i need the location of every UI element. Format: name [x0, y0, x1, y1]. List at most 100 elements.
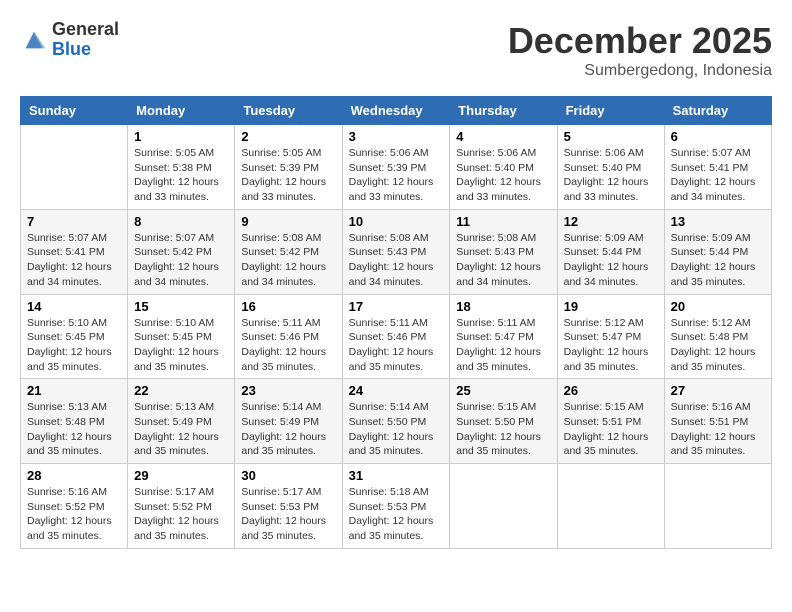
calendar-cell: 4 Sunrise: 5:06 AM Sunset: 5:40 PM Daylig…: [450, 125, 557, 210]
day-number: 25: [456, 383, 550, 398]
day-number: 23: [241, 383, 335, 398]
day-info: Sunrise: 5:09 AM Sunset: 5:44 PM Dayligh…: [564, 231, 658, 290]
day-number: 26: [564, 383, 658, 398]
calendar-cell: 2 Sunrise: 5:05 AM Sunset: 5:39 PM Daylig…: [235, 125, 342, 210]
calendar-cell: 16 Sunrise: 5:11 AM Sunset: 5:46 PM Dayli…: [235, 294, 342, 379]
day-info: Sunrise: 5:08 AM Sunset: 5:42 PM Dayligh…: [241, 231, 335, 290]
calendar-cell: 29 Sunrise: 5:17 AM Sunset: 5:52 PM Dayli…: [128, 464, 235, 549]
header-thursday: Thursday: [450, 97, 557, 125]
day-info: Sunrise: 5:09 AM Sunset: 5:44 PM Dayligh…: [671, 231, 765, 290]
day-info: Sunrise: 5:18 AM Sunset: 5:53 PM Dayligh…: [349, 485, 444, 544]
day-info: Sunrise: 5:17 AM Sunset: 5:53 PM Dayligh…: [241, 485, 335, 544]
page-header: General Blue December 2025 Sumbergedong,…: [20, 20, 772, 80]
logo-text: General Blue: [52, 20, 119, 60]
day-number: 29: [134, 468, 228, 483]
day-number: 28: [27, 468, 121, 483]
day-number: 16: [241, 299, 335, 314]
logo-general-label: General: [52, 20, 119, 40]
header-saturday: Saturday: [664, 97, 771, 125]
calendar-cell: 7 Sunrise: 5:07 AM Sunset: 5:41 PM Daylig…: [21, 209, 128, 294]
day-number: 11: [456, 214, 550, 229]
day-info: Sunrise: 5:12 AM Sunset: 5:47 PM Dayligh…: [564, 316, 658, 375]
calendar-cell: 13Sunrise: 5:09 AM Sunset: 5:44 PM Dayli…: [664, 209, 771, 294]
day-info: Sunrise: 5:10 AM Sunset: 5:45 PM Dayligh…: [134, 316, 228, 375]
calendar-cell: 8Sunrise: 5:07 AM Sunset: 5:42 PM Daylig…: [128, 209, 235, 294]
day-info: Sunrise: 5:15 AM Sunset: 5:50 PM Dayligh…: [456, 400, 550, 459]
day-info: Sunrise: 5:10 AM Sunset: 5:45 PM Dayligh…: [27, 316, 121, 375]
header-wednesday: Wednesday: [342, 97, 450, 125]
day-info: Sunrise: 5:14 AM Sunset: 5:50 PM Dayligh…: [349, 400, 444, 459]
header-friday: Friday: [557, 97, 664, 125]
calendar-cell: 20 Sunrise: 5:12 AM Sunset: 5:48 PM Dayli…: [664, 294, 771, 379]
day-info: Sunrise: 5:08 AM Sunset: 5:43 PM Dayligh…: [349, 231, 444, 290]
calendar-cell: 1 Sunrise: 5:05 AM Sunset: 5:38 PM Daylig…: [128, 125, 235, 210]
calendar-cell: 12 Sunrise: 5:09 AM Sunset: 5:44 PM Dayli…: [557, 209, 664, 294]
day-info: Sunrise: 5:07 AM Sunset: 5:41 PM Dayligh…: [27, 231, 121, 290]
calendar-cell: 18Sunrise: 5:11 AM Sunset: 5:47 PM Dayli…: [450, 294, 557, 379]
calendar-cell: [557, 464, 664, 549]
calendar-header: Sunday Monday Tuesday Wednesday Thursday…: [21, 97, 772, 125]
location-subtitle: Sumbergedong, Indonesia: [508, 62, 772, 80]
day-info: Sunrise: 5:06 AM Sunset: 5:39 PM Dayligh…: [349, 146, 444, 205]
calendar-cell: 9Sunrise: 5:08 AM Sunset: 5:42 PM Daylig…: [235, 209, 342, 294]
day-number: 12: [564, 214, 658, 229]
day-number: 18: [456, 299, 550, 314]
day-number: 21: [27, 383, 121, 398]
calendar-cell: 17 Sunrise: 5:11 AM Sunset: 5:46 PM Dayli…: [342, 294, 450, 379]
day-number: 19: [564, 299, 658, 314]
calendar-cell: 21 Sunrise: 5:13 AM Sunset: 5:48 PM Dayli…: [21, 379, 128, 464]
day-info: Sunrise: 5:12 AM Sunset: 5:48 PM Dayligh…: [671, 316, 765, 375]
calendar-cell: 19 Sunrise: 5:12 AM Sunset: 5:47 PM Dayli…: [557, 294, 664, 379]
day-info: Sunrise: 5:06 AM Sunset: 5:40 PM Dayligh…: [456, 146, 550, 205]
day-info: Sunrise: 5:05 AM Sunset: 5:38 PM Dayligh…: [134, 146, 228, 205]
calendar-cell: 24Sunrise: 5:14 AM Sunset: 5:50 PM Dayli…: [342, 379, 450, 464]
day-info: Sunrise: 5:13 AM Sunset: 5:49 PM Dayligh…: [134, 400, 228, 459]
calendar-cell: 30Sunrise: 5:17 AM Sunset: 5:53 PM Dayli…: [235, 464, 342, 549]
day-number: 7: [27, 214, 121, 229]
day-info: Sunrise: 5:16 AM Sunset: 5:51 PM Dayligh…: [671, 400, 765, 459]
day-info: Sunrise: 5:13 AM Sunset: 5:48 PM Dayligh…: [27, 400, 121, 459]
calendar-cell: [450, 464, 557, 549]
calendar-week-2: 7 Sunrise: 5:07 AM Sunset: 5:41 PM Daylig…: [21, 209, 772, 294]
day-info: Sunrise: 5:05 AM Sunset: 5:39 PM Dayligh…: [241, 146, 335, 205]
calendar-body: 1 Sunrise: 5:05 AM Sunset: 5:38 PM Daylig…: [21, 125, 772, 549]
day-info: Sunrise: 5:11 AM Sunset: 5:46 PM Dayligh…: [241, 316, 335, 375]
calendar-week-1: 1 Sunrise: 5:05 AM Sunset: 5:38 PM Daylig…: [21, 125, 772, 210]
day-number: 5: [564, 129, 658, 144]
header-row: Sunday Monday Tuesday Wednesday Thursday…: [21, 97, 772, 125]
calendar-cell: 15 Sunrise: 5:10 AM Sunset: 5:45 PM Dayli…: [128, 294, 235, 379]
calendar-week-4: 21 Sunrise: 5:13 AM Sunset: 5:48 PM Dayli…: [21, 379, 772, 464]
calendar-cell: 3Sunrise: 5:06 AM Sunset: 5:39 PM Daylig…: [342, 125, 450, 210]
day-number: 2: [241, 129, 335, 144]
calendar-cell: 14Sunrise: 5:10 AM Sunset: 5:45 PM Dayli…: [21, 294, 128, 379]
day-number: 4: [456, 129, 550, 144]
day-info: Sunrise: 5:14 AM Sunset: 5:49 PM Dayligh…: [241, 400, 335, 459]
calendar-cell: 22Sunrise: 5:13 AM Sunset: 5:49 PM Dayli…: [128, 379, 235, 464]
calendar-cell: 5 Sunrise: 5:06 AM Sunset: 5:40 PM Daylig…: [557, 125, 664, 210]
day-info: Sunrise: 5:07 AM Sunset: 5:42 PM Dayligh…: [134, 231, 228, 290]
day-info: Sunrise: 5:06 AM Sunset: 5:40 PM Dayligh…: [564, 146, 658, 205]
logo: General Blue: [20, 20, 119, 60]
calendar-week-5: 28Sunrise: 5:16 AM Sunset: 5:52 PM Dayli…: [21, 464, 772, 549]
calendar-cell: [21, 125, 128, 210]
day-info: Sunrise: 5:07 AM Sunset: 5:41 PM Dayligh…: [671, 146, 765, 205]
day-info: Sunrise: 5:11 AM Sunset: 5:46 PM Dayligh…: [349, 316, 444, 375]
day-number: 1: [134, 129, 228, 144]
calendar-week-3: 14Sunrise: 5:10 AM Sunset: 5:45 PM Dayli…: [21, 294, 772, 379]
header-tuesday: Tuesday: [235, 97, 342, 125]
day-info: Sunrise: 5:17 AM Sunset: 5:52 PM Dayligh…: [134, 485, 228, 544]
calendar-cell: 11 Sunrise: 5:08 AM Sunset: 5:43 PM Dayli…: [450, 209, 557, 294]
calendar-cell: 27Sunrise: 5:16 AM Sunset: 5:51 PM Dayli…: [664, 379, 771, 464]
calendar-cell: 28Sunrise: 5:16 AM Sunset: 5:52 PM Dayli…: [21, 464, 128, 549]
day-number: 15: [134, 299, 228, 314]
calendar-cell: 26Sunrise: 5:15 AM Sunset: 5:51 PM Dayli…: [557, 379, 664, 464]
day-number: 31: [349, 468, 444, 483]
calendar-cell: 23 Sunrise: 5:14 AM Sunset: 5:49 PM Dayli…: [235, 379, 342, 464]
day-number: 10: [349, 214, 444, 229]
day-number: 6: [671, 129, 765, 144]
day-info: Sunrise: 5:08 AM Sunset: 5:43 PM Dayligh…: [456, 231, 550, 290]
day-number: 17: [349, 299, 444, 314]
calendar-cell: 6 Sunrise: 5:07 AM Sunset: 5:41 PM Daylig…: [664, 125, 771, 210]
day-number: 20: [671, 299, 765, 314]
calendar-table: Sunday Monday Tuesday Wednesday Thursday…: [20, 96, 772, 549]
